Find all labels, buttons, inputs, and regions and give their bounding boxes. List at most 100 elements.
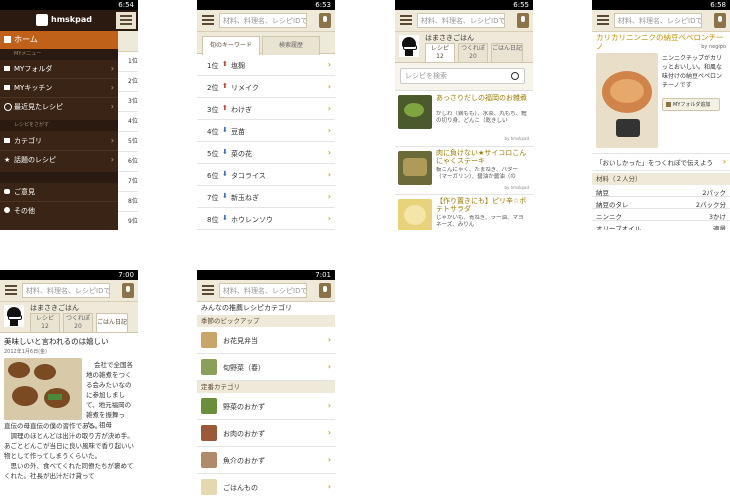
menu-icon[interactable] (200, 13, 216, 28)
diary-title: 美味しいと言われるのは嬉しい (4, 337, 109, 346)
tab-tsukurepo[interactable]: つくれぽ 20 (63, 313, 93, 332)
microphone-icon[interactable] (122, 283, 134, 298)
status-time: 7:00 (118, 271, 134, 279)
keyword-row[interactable]: 7位 ⬇ 新玉ねぎ › (197, 186, 335, 208)
category-row[interactable]: お花見弁当 › (197, 327, 335, 354)
category-label: 魚介のおかず (223, 457, 265, 465)
chevron-right-icon: › (327, 335, 331, 344)
keyword-row[interactable]: 1位 ⬆ 塩麹 › (197, 54, 335, 76)
menu-item-home[interactable]: ホーム (0, 31, 118, 49)
peek-rank: 2位 (118, 72, 138, 92)
status-bar: 6:55 (395, 0, 533, 10)
tsukurepo-link[interactable]: 「おいしかった」をつくれぽで伝えよう › (592, 153, 730, 171)
tab-count: 20 (469, 53, 477, 60)
menu-section-my: MYメニュー (0, 49, 118, 60)
ingredient-name: 納豆のタレ (596, 201, 629, 209)
recipe-title: 肉に負けない★サイコロこんにゃくステーキ (436, 149, 527, 165)
category-label: ごはんもの (223, 484, 258, 492)
search-input[interactable]: 材料、料理名、レシピIDで検索 (22, 283, 110, 298)
keyword-text: 塩麹 (231, 62, 245, 70)
category-thumbnail (201, 452, 217, 468)
category-row[interactable]: ごはんもの › (197, 474, 335, 500)
ingredients-list: 納豆 2パック 納豆のタレ 2パック分 ニンニク 3かけ オリーブオイル 適量 (592, 185, 730, 230)
microphone-icon[interactable] (517, 13, 529, 28)
menu-item-other[interactable]: その他 (0, 202, 118, 220)
chevron-right-icon: › (327, 428, 331, 437)
ingredient-row: ニンニク 3かけ (592, 209, 730, 221)
peek-rank: 8位 (118, 192, 138, 212)
menu-icon[interactable] (595, 13, 611, 28)
recipe-card[interactable]: あっさりだしの福岡のお雑煮 かしわ（鶏もも）、水菜、丸もち、鰹の切り身、どんこ（… (395, 91, 533, 147)
section-header: 季節のピックアップ (197, 315, 335, 327)
menu-item-category[interactable]: カテゴリ › (0, 132, 118, 151)
drawer-header: hmskpad (0, 10, 138, 31)
menu-item-my-kitchen[interactable]: MYキッチン › (0, 79, 118, 98)
tab-recipes[interactable]: レシピ 12 (30, 313, 60, 332)
keyword-rank: 5位 (207, 150, 219, 158)
arrow-down-icon: ⬇ (222, 214, 228, 222)
category-thumbnail (201, 398, 217, 414)
menu-item-recent-recipes[interactable]: 最近見たレシピ › (0, 98, 118, 116)
keyword-row[interactable]: 5位 ⬇ 菜の花 › (197, 142, 335, 164)
recipe-thumbnail (398, 199, 432, 230)
diary-photo (4, 358, 82, 420)
microphone-icon[interactable] (319, 13, 331, 28)
chevron-right-icon: › (327, 213, 331, 223)
tab-label: つくれぽ (460, 45, 485, 52)
category-row[interactable]: お肉のおかず › (197, 420, 335, 447)
menu-item-my-folder[interactable]: MYフォルダ › (0, 60, 118, 79)
menu-icon[interactable] (398, 13, 414, 28)
menu-icon[interactable] (200, 283, 216, 298)
menu-item-label: 話題のレシピ (14, 156, 56, 164)
menu-item-trending[interactable]: ★ 話題のレシピ › (0, 151, 118, 169)
menu-icon[interactable] (3, 283, 19, 298)
status-bar: 6:58 (592, 0, 730, 10)
recipe-card[interactable]: 肉に負けない★サイコロこんにゃくステーキ 板こんにゃく、たまねぎ、バター（マーガ… (395, 147, 533, 195)
add-to-folder-button[interactable]: MYフォルダ追加 (662, 98, 720, 111)
category-row[interactable]: 魚介のおかず › (197, 447, 335, 474)
keyword-row[interactable]: 8位 ⬇ ホウレンソウ › (197, 208, 335, 230)
recipe-title: あっさりだしの福岡のお雑煮 (436, 94, 527, 102)
keyword-row[interactable]: 3位 ⬆ わけぎ › (197, 98, 335, 120)
category-thumbnail (201, 359, 217, 375)
tab-tsukurepo[interactable]: つくれぽ 20 (458, 43, 488, 62)
search-input[interactable]: 材料、料理名、レシピIDで検索 (614, 13, 702, 28)
recipe-search-input[interactable]: レシピを検索 (400, 68, 525, 84)
ingredient-quantity: 2パック (702, 189, 726, 197)
peek-tab (118, 31, 138, 52)
search-input[interactable]: 材料、料理名、レシピIDで検索 (219, 283, 307, 298)
status-time: 6:53 (315, 1, 331, 9)
screen-keyword-ranking: 6:53 材料、料理名、レシピIDで検索 旬のキーワード 検索履歴 1位⬆塩麹›… (197, 0, 335, 230)
more-icon (4, 207, 10, 213)
ingredients-header: 材料（２人分） (592, 173, 730, 185)
menu-item-home-label: ホーム (14, 35, 38, 44)
tab-diary[interactable]: ごはん日記 (491, 43, 523, 62)
menu-item-feedback[interactable]: ご意見 (0, 183, 118, 202)
tab-search-history[interactable]: 検索履歴 (262, 36, 320, 55)
keyword-rank: 8位 (207, 216, 219, 224)
category-thumbnail (201, 332, 217, 348)
tab-diary[interactable]: ごはん日記 (96, 313, 128, 332)
menu-item-label: MYキッチン (14, 84, 53, 92)
menu-item-label: カテゴリ (14, 137, 42, 145)
microphone-icon[interactable] (714, 13, 726, 28)
keyword-row[interactable]: 2位 ⬆ リメイク › (197, 76, 335, 98)
tab-recipes[interactable]: レシピ 12 (425, 43, 455, 62)
search-icon[interactable] (511, 72, 519, 80)
recipe-card[interactable]: 【作り置きにも】ピリ辛☆ポテトサラダ じゃがいも、青ねぎ、ラー油、マヨネーズ、み… (395, 195, 533, 230)
keyword-row[interactable]: 4位 ⬇ 豆苗 › (197, 120, 335, 142)
ingredient-name: 納豆 (596, 189, 609, 197)
drawer-toggle-button[interactable] (116, 12, 136, 29)
category-icon (4, 138, 10, 143)
search-input[interactable]: 材料、料理名、レシピIDで検索 (219, 13, 307, 28)
peek-rank: 9位 (128, 218, 138, 225)
keyword-text: ホウレンソウ (231, 216, 273, 224)
search-input[interactable]: 材料、料理名、レシピIDで検索 (417, 13, 505, 28)
tab-keywords[interactable]: 旬のキーワード (202, 36, 260, 55)
microphone-icon[interactable] (319, 283, 331, 298)
keyword-row[interactable]: 6位 ⬇ タコライス › (197, 164, 335, 186)
peek-rank: 5位 (118, 132, 138, 152)
tab-label: ごはん日記 (492, 45, 523, 52)
category-row[interactable]: 旬野菜（春） › (197, 354, 335, 381)
category-row[interactable]: 野菜のおかず › (197, 393, 335, 420)
